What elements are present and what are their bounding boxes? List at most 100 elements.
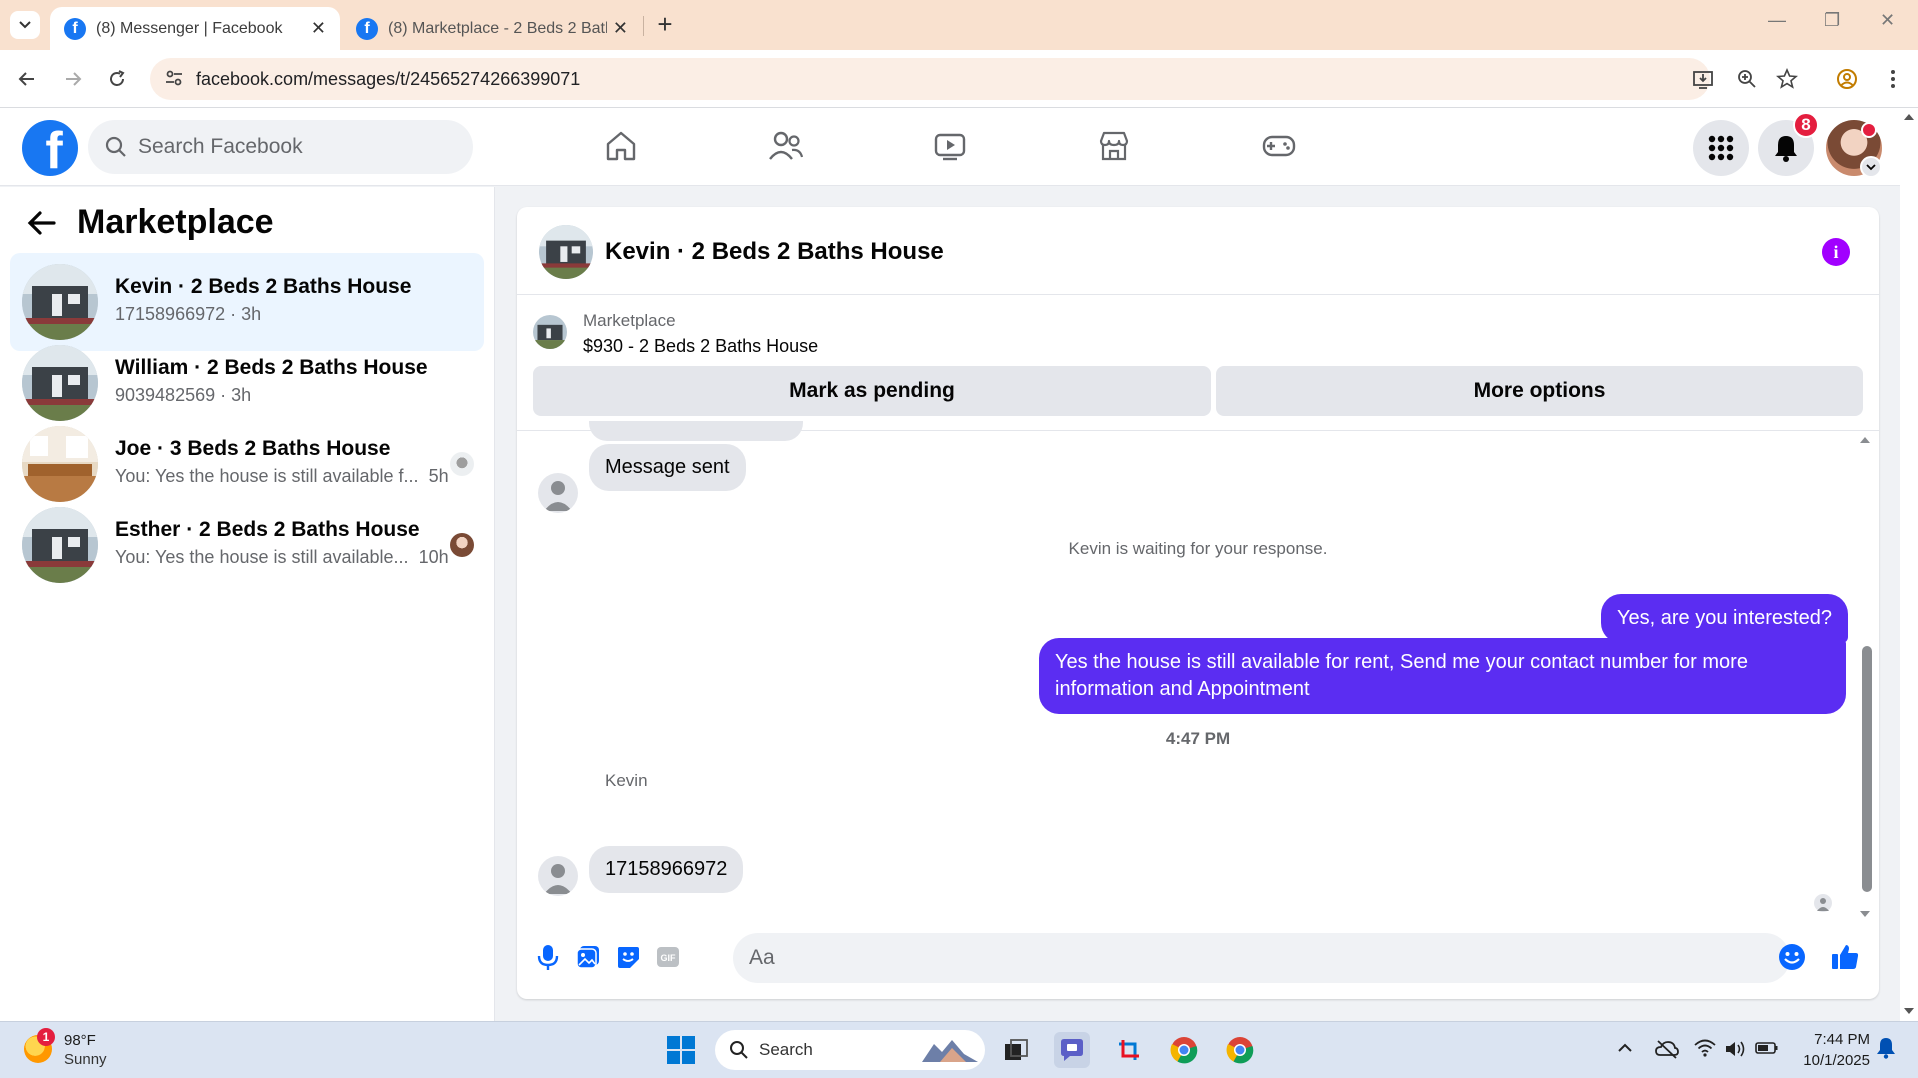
notification-count-badge: 8 [1793, 112, 1819, 138]
conversation-item-esther[interactable]: Esther · 2 Beds 2 Baths House You: Yes t… [10, 496, 484, 594]
message-input[interactable]: Aa [733, 933, 1790, 983]
seen-avatar-icon [450, 533, 474, 557]
listing-mini-thumbnail[interactable] [533, 315, 567, 349]
snipping-tool-icon[interactable] [1111, 1032, 1147, 1068]
facebook-search-input[interactable]: Search Facebook [88, 120, 473, 174]
conversation-time: 5h [428, 466, 449, 486]
more-options-button[interactable]: More options [1216, 366, 1863, 416]
kevin-avatar[interactable] [538, 473, 578, 513]
windows-taskbar: 1 98°F Sunny Search 7:44 PM 10/1/2025 [0, 1021, 1918, 1078]
search-placeholder: Search Facebook [138, 135, 303, 158]
listing-thumbnail [22, 507, 98, 583]
emoji-icon[interactable] [1777, 942, 1807, 972]
search-icon [104, 135, 128, 159]
conversation-name: William · 2 Beds 2 Baths House [115, 356, 428, 379]
gaming-icon[interactable] [1259, 126, 1299, 166]
windows-start-icon[interactable] [663, 1032, 699, 1068]
url-field[interactable]: facebook.com/messages/t/2456527426639907… [150, 58, 1798, 100]
chrome-profile-icon[interactable] [1222, 1032, 1258, 1068]
facebook-favicon-icon: f [64, 17, 86, 40]
thread-scroll-thumb[interactable] [1862, 646, 1872, 892]
marketplace-icon[interactable] [1094, 126, 1134, 166]
facebook-logo[interactable]: f [22, 120, 78, 176]
mark-as-pending-button[interactable]: Mark as pending [533, 366, 1211, 416]
wifi-icon[interactable] [1694, 1039, 1716, 1057]
listing-thumbnail [22, 426, 98, 502]
back-arrow-icon[interactable] [26, 209, 58, 237]
message-timestamp: 4:47 PM [1165, 729, 1231, 748]
marketplace-conversation-list: Marketplace Kevin · 2 Beds 2 Baths House… [0, 187, 495, 1021]
battery-icon[interactable] [1755, 1039, 1779, 1057]
chevron-down-icon [19, 21, 31, 29]
message-thread: Message sent Kevin is waiting for your r… [517, 421, 1879, 921]
info-icon[interactable]: i [1822, 238, 1850, 266]
microphone-icon[interactable] [533, 942, 563, 972]
photo-icon[interactable] [573, 942, 603, 972]
watch-video-icon[interactable] [930, 126, 970, 166]
gif-icon[interactable]: GIF [653, 942, 683, 972]
chat-title[interactable]: Kevin · 2 Beds 2 Baths House [605, 238, 944, 266]
taskbar-search-label: Search [759, 1040, 813, 1059]
minimize-icon[interactable]: — [1768, 10, 1786, 31]
back-icon[interactable] [14, 66, 40, 92]
onedrive-icon[interactable] [1655, 1039, 1679, 1059]
seen-avatar-icon [450, 452, 474, 476]
taskbar-date[interactable]: 10/1/2025 [1796, 1052, 1870, 1069]
listing-source-label: Marketplace [583, 311, 676, 330]
close-window-icon[interactable]: ✕ [1880, 10, 1895, 31]
home-icon[interactable] [601, 126, 641, 166]
message-bubble-partial [589, 421, 803, 441]
new-tab-button[interactable]: + [652, 11, 678, 37]
tab-messenger[interactable]: f (8) Messenger | Facebook ✕ [50, 7, 340, 50]
close-tab-icon[interactable]: ✕ [613, 18, 628, 39]
site-settings-icon[interactable] [164, 68, 184, 88]
task-view-icon[interactable] [998, 1032, 1034, 1068]
browser-menu-icon[interactable] [1880, 66, 1906, 92]
conversation-preview: You: Yes the house is still available f.… [115, 466, 449, 486]
waiting-notice: Kevin is waiting for your response. [1068, 539, 1328, 558]
profile-icon[interactable] [1834, 66, 1860, 92]
chrome-icon[interactable] [1166, 1032, 1202, 1068]
conversation-preview: You: Yes the house is still available...… [115, 547, 449, 567]
weather-temperature[interactable]: 98°F [64, 1032, 96, 1049]
volume-icon[interactable] [1724, 1039, 1748, 1059]
taskbar-search[interactable]: Search [715, 1030, 985, 1070]
search-icon [729, 1040, 749, 1060]
install-app-icon[interactable] [1692, 68, 1714, 90]
bookmark-star-icon[interactable] [1776, 68, 1798, 90]
like-thumbs-up-icon[interactable] [1830, 942, 1860, 972]
tab-marketplace[interactable]: f (8) Marketplace - 2 Beds 2 Baths House… [342, 7, 642, 50]
conversation-preview: 9039482569 · 3h [115, 385, 252, 405]
reload-icon[interactable] [104, 66, 130, 92]
incoming-message: 17158966972 [589, 846, 744, 893]
svg-text:GIF: GIF [661, 953, 677, 963]
url-text: facebook.com/messages/t/2456527426639907… [196, 68, 581, 89]
chat-window: Kevin · 2 Beds 2 Baths House i Marketpla… [517, 207, 1879, 999]
address-bar: facebook.com/messages/t/2456527426639907… [0, 50, 1918, 108]
conversation-time: 10h [418, 547, 449, 567]
kevin-avatar[interactable] [538, 856, 578, 896]
zoom-icon[interactable] [1736, 68, 1758, 90]
notification-bell-icon[interactable] [1876, 1037, 1896, 1059]
chat-listing-thumbnail[interactable] [539, 225, 593, 279]
message-placeholder: Aa [749, 946, 775, 969]
incoming-message: Message sent [589, 444, 746, 491]
weather-condition[interactable]: Sunny [64, 1051, 107, 1068]
restore-icon[interactable]: ❐ [1824, 10, 1840, 31]
listing-price-title[interactable]: $930 - 2 Beds 2 Baths House [583, 336, 818, 357]
forward-icon[interactable] [60, 66, 86, 92]
page-scrollbar[interactable] [1900, 108, 1918, 1021]
page-title: Marketplace [77, 203, 274, 241]
teams-chat-icon[interactable] [1054, 1032, 1090, 1068]
account-chevron-icon[interactable] [1860, 156, 1882, 178]
taskbar-time[interactable]: 7:44 PM [1806, 1031, 1870, 1048]
tab-search-button[interactable] [10, 11, 40, 39]
sticker-icon[interactable] [613, 942, 643, 972]
conversation-name: Joe · 3 Beds 2 Baths House [115, 437, 391, 460]
show-hidden-icons-icon[interactable] [1616, 1039, 1634, 1057]
facebook-top-nav: f Search Facebook 8 [0, 108, 1900, 186]
menu-grid-button[interactable] [1693, 120, 1749, 176]
friends-icon[interactable] [766, 126, 806, 166]
close-tab-icon[interactable]: ✕ [311, 18, 326, 39]
outgoing-message: Yes, are you interested? [1601, 594, 1848, 643]
